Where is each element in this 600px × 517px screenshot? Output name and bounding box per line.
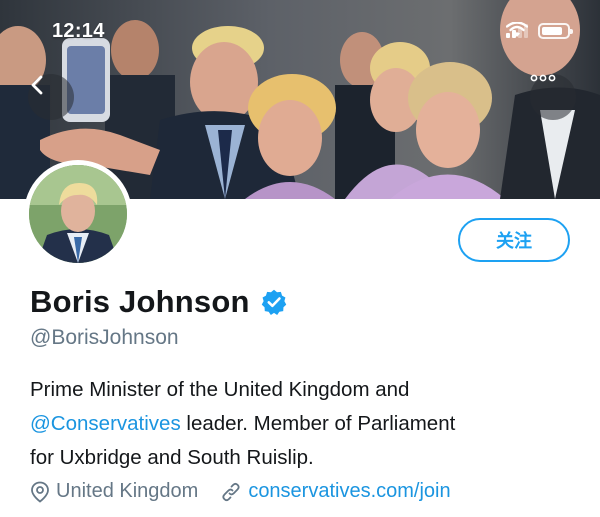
wifi-icon bbox=[506, 22, 528, 37]
location-pin-icon bbox=[31, 481, 49, 503]
follow-button[interactable]: 关注 bbox=[458, 218, 570, 262]
bio-line-1: Prime Minister of the United Kingdom and bbox=[30, 378, 410, 401]
name-row: Boris Johnson bbox=[30, 284, 288, 320]
location-text: United Kingdom bbox=[56, 480, 199, 502]
conservatives-mention-link[interactable]: @Conservatives bbox=[30, 412, 181, 435]
location-item: United Kingdom bbox=[30, 480, 198, 503]
status-bar-time: 12:14 bbox=[52, 20, 105, 42]
display-name: Boris Johnson bbox=[30, 284, 250, 319]
battery-fill bbox=[542, 27, 563, 35]
battery-icon bbox=[538, 23, 573, 39]
profile-bio: Prime Minister of the United Kingdom and… bbox=[30, 373, 575, 475]
website-link[interactable]: conservatives.com/join bbox=[248, 480, 450, 503]
chevron-left-icon bbox=[31, 75, 43, 95]
verified-badge-icon bbox=[261, 289, 286, 315]
bio-line-2: @Conservatives leader. Member of Parliam… bbox=[30, 407, 575, 441]
more-dots-icon bbox=[530, 74, 556, 82]
bio-line-3: for Uxbridge and South Ruislip. bbox=[30, 446, 314, 469]
status-bar-icons bbox=[506, 22, 573, 40]
user-handle: @BorisJohnson bbox=[30, 326, 179, 349]
website-item[interactable]: conservatives.com/join bbox=[220, 480, 451, 503]
profile-avatar[interactable] bbox=[24, 160, 132, 268]
avatar-portrait bbox=[29, 165, 127, 263]
back-button[interactable] bbox=[28, 74, 74, 120]
link-icon bbox=[222, 482, 240, 501]
more-options-button[interactable] bbox=[530, 74, 576, 120]
bio-line-2-text: leader. Member of Parliament bbox=[180, 412, 456, 435]
profile-meta: United Kingdom conservatives.com/join bbox=[30, 480, 451, 503]
